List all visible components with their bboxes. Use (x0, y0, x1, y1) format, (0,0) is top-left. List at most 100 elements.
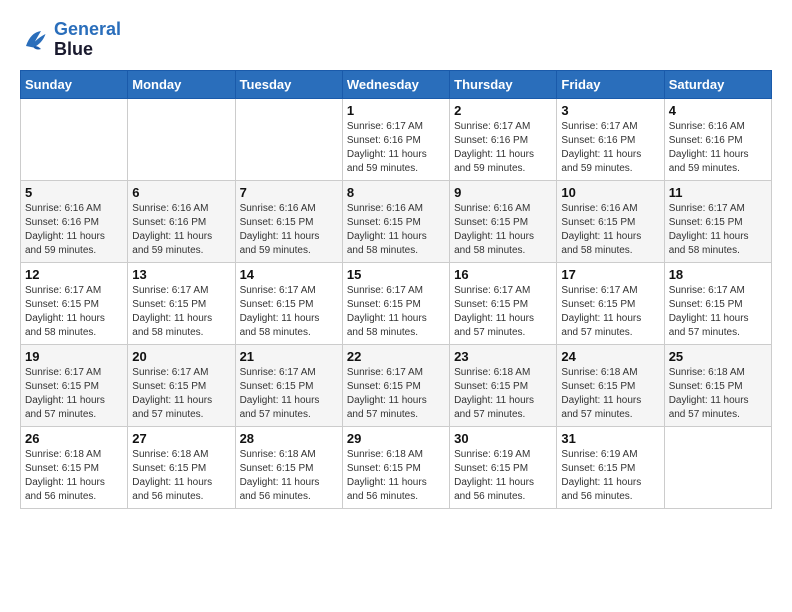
day-number: 8 (347, 185, 445, 200)
weekday-header: Sunday (21, 70, 128, 98)
weekday-header: Saturday (664, 70, 771, 98)
day-info: Sunrise: 6:18 AM Sunset: 6:15 PM Dayligh… (561, 366, 659, 422)
day-info: Sunrise: 6:16 AM Sunset: 6:15 PM Dayligh… (561, 202, 659, 258)
calendar-cell: 16 Sunrise: 6:17 AM Sunset: 6:15 PM Dayli… (450, 262, 557, 344)
day-info: Sunrise: 6:17 AM Sunset: 6:15 PM Dayligh… (669, 202, 767, 258)
calendar-cell: 25Sunrise: 6:18 AM Sunset: 6:15 PM Dayli… (664, 344, 771, 426)
day-number: 18 (669, 267, 767, 282)
calendar-cell (128, 98, 235, 180)
day-number: 29 (347, 431, 445, 446)
calendar-cell: 11Sunrise: 6:17 AM Sunset: 6:15 PM Dayli… (664, 180, 771, 262)
calendar-cell: 22 Sunrise: 6:17 AM Sunset: 6:15 PM Dayli… (342, 344, 449, 426)
calendar-cell: 8 Sunrise: 6:16 AM Sunset: 6:15 PM Daylig… (342, 180, 449, 262)
weekday-header: Monday (128, 70, 235, 98)
day-info: Sunrise: 6:17 AM Sunset: 6:15 PM Dayligh… (347, 284, 445, 340)
calendar-cell (21, 98, 128, 180)
day-number: 1 (347, 103, 445, 118)
day-info: Sunrise: 6:18 AM Sunset: 6:15 PM Dayligh… (25, 448, 123, 504)
day-info: Sunrise: 6:18 AM Sunset: 6:15 PM Dayligh… (454, 366, 552, 422)
day-info: Sunrise: 6:17 AM Sunset: 6:16 PM Dayligh… (454, 120, 552, 176)
day-info: Sunrise: 6:18 AM Sunset: 6:15 PM Dayligh… (240, 448, 338, 504)
calendar-cell: 7 Sunrise: 6:16 AM Sunset: 6:15 PM Daylig… (235, 180, 342, 262)
day-number: 17 (561, 267, 659, 282)
day-info: Sunrise: 6:16 AM Sunset: 6:16 PM Dayligh… (132, 202, 230, 258)
day-number: 7 (240, 185, 338, 200)
weekday-header: Thursday (450, 70, 557, 98)
day-info: Sunrise: 6:17 AM Sunset: 6:15 PM Dayligh… (25, 284, 123, 340)
day-number: 22 (347, 349, 445, 364)
logo: General Blue (20, 20, 121, 60)
day-number: 27 (132, 431, 230, 446)
day-info: Sunrise: 6:17 AM Sunset: 6:15 PM Dayligh… (25, 366, 123, 422)
day-number: 9 (454, 185, 552, 200)
calendar-week-row: 19 Sunrise: 6:17 AM Sunset: 6:15 PM Dayli… (21, 344, 772, 426)
day-number: 25 (669, 349, 767, 364)
calendar-cell: 24 Sunrise: 6:18 AM Sunset: 6:15 PM Dayli… (557, 344, 664, 426)
logo-icon (20, 25, 50, 55)
day-info: Sunrise: 6:17 AM Sunset: 6:15 PM Dayligh… (347, 366, 445, 422)
calendar-cell: 9 Sunrise: 6:16 AM Sunset: 6:15 PM Daylig… (450, 180, 557, 262)
weekday-header: Friday (557, 70, 664, 98)
day-info: Sunrise: 6:16 AM Sunset: 6:16 PM Dayligh… (25, 202, 123, 258)
day-info: Sunrise: 6:17 AM Sunset: 6:16 PM Dayligh… (347, 120, 445, 176)
calendar-cell: 21 Sunrise: 6:17 AM Sunset: 6:15 PM Dayli… (235, 344, 342, 426)
calendar-header-row: SundayMondayTuesdayWednesdayThursdayFrid… (21, 70, 772, 98)
calendar-cell: 10 Sunrise: 6:16 AM Sunset: 6:15 PM Dayli… (557, 180, 664, 262)
day-number: 31 (561, 431, 659, 446)
day-info: Sunrise: 6:18 AM Sunset: 6:15 PM Dayligh… (132, 448, 230, 504)
page-header: General Blue (20, 20, 772, 60)
day-info: Sunrise: 6:17 AM Sunset: 6:15 PM Dayligh… (454, 284, 552, 340)
calendar-table: SundayMondayTuesdayWednesdayThursdayFrid… (20, 70, 772, 509)
calendar-cell (235, 98, 342, 180)
calendar-week-row: 12 Sunrise: 6:17 AM Sunset: 6:15 PM Dayli… (21, 262, 772, 344)
day-number: 28 (240, 431, 338, 446)
weekday-header: Wednesday (342, 70, 449, 98)
day-info: Sunrise: 6:19 AM Sunset: 6:15 PM Dayligh… (561, 448, 659, 504)
day-info: Sunrise: 6:17 AM Sunset: 6:15 PM Dayligh… (561, 284, 659, 340)
day-number: 23 (454, 349, 552, 364)
day-number: 3 (561, 103, 659, 118)
day-info: Sunrise: 6:16 AM Sunset: 6:15 PM Dayligh… (454, 202, 552, 258)
day-info: Sunrise: 6:16 AM Sunset: 6:16 PM Dayligh… (669, 120, 767, 176)
calendar-cell: 2 Sunrise: 6:17 AM Sunset: 6:16 PM Daylig… (450, 98, 557, 180)
calendar-cell: 27 Sunrise: 6:18 AM Sunset: 6:15 PM Dayli… (128, 426, 235, 508)
calendar-cell: 13Sunrise: 6:17 AM Sunset: 6:15 PM Dayli… (128, 262, 235, 344)
calendar-cell: 19 Sunrise: 6:17 AM Sunset: 6:15 PM Dayli… (21, 344, 128, 426)
calendar-week-row: 26 Sunrise: 6:18 AM Sunset: 6:15 PM Dayli… (21, 426, 772, 508)
calendar-cell (664, 426, 771, 508)
calendar-cell: 15Sunrise: 6:17 AM Sunset: 6:15 PM Dayli… (342, 262, 449, 344)
day-number: 26 (25, 431, 123, 446)
day-number: 20 (132, 349, 230, 364)
day-number: 24 (561, 349, 659, 364)
calendar-week-row: 5 Sunrise: 6:16 AM Sunset: 6:16 PM Daylig… (21, 180, 772, 262)
calendar-cell: 26 Sunrise: 6:18 AM Sunset: 6:15 PM Dayli… (21, 426, 128, 508)
calendar-cell: 6 Sunrise: 6:16 AM Sunset: 6:16 PM Daylig… (128, 180, 235, 262)
day-info: Sunrise: 6:17 AM Sunset: 6:16 PM Dayligh… (561, 120, 659, 176)
day-number: 12 (25, 267, 123, 282)
day-number: 30 (454, 431, 552, 446)
calendar-cell: 29 Sunrise: 6:18 AM Sunset: 6:15 PM Dayli… (342, 426, 449, 508)
calendar-cell: 18Sunrise: 6:17 AM Sunset: 6:15 PM Dayli… (664, 262, 771, 344)
day-info: Sunrise: 6:16 AM Sunset: 6:15 PM Dayligh… (240, 202, 338, 258)
calendar-cell: 1 Sunrise: 6:17 AM Sunset: 6:16 PM Daylig… (342, 98, 449, 180)
logo-text: General Blue (54, 20, 121, 60)
day-number: 13 (132, 267, 230, 282)
day-number: 16 (454, 267, 552, 282)
calendar-cell: 28 Sunrise: 6:18 AM Sunset: 6:15 PM Dayli… (235, 426, 342, 508)
day-info: Sunrise: 6:19 AM Sunset: 6:15 PM Dayligh… (454, 448, 552, 504)
day-number: 5 (25, 185, 123, 200)
day-info: Sunrise: 6:18 AM Sunset: 6:15 PM Dayligh… (347, 448, 445, 504)
day-number: 21 (240, 349, 338, 364)
calendar-cell: 17 Sunrise: 6:17 AM Sunset: 6:15 PM Dayli… (557, 262, 664, 344)
day-info: Sunrise: 6:16 AM Sunset: 6:15 PM Dayligh… (347, 202, 445, 258)
weekday-header: Tuesday (235, 70, 342, 98)
day-number: 19 (25, 349, 123, 364)
calendar-cell: 5 Sunrise: 6:16 AM Sunset: 6:16 PM Daylig… (21, 180, 128, 262)
day-number: 14 (240, 267, 338, 282)
day-number: 10 (561, 185, 659, 200)
day-number: 6 (132, 185, 230, 200)
day-info: Sunrise: 6:17 AM Sunset: 6:15 PM Dayligh… (240, 366, 338, 422)
calendar-cell: 30 Sunrise: 6:19 AM Sunset: 6:15 PM Dayli… (450, 426, 557, 508)
day-number: 2 (454, 103, 552, 118)
calendar-cell: 31 Sunrise: 6:19 AM Sunset: 6:15 PM Dayli… (557, 426, 664, 508)
